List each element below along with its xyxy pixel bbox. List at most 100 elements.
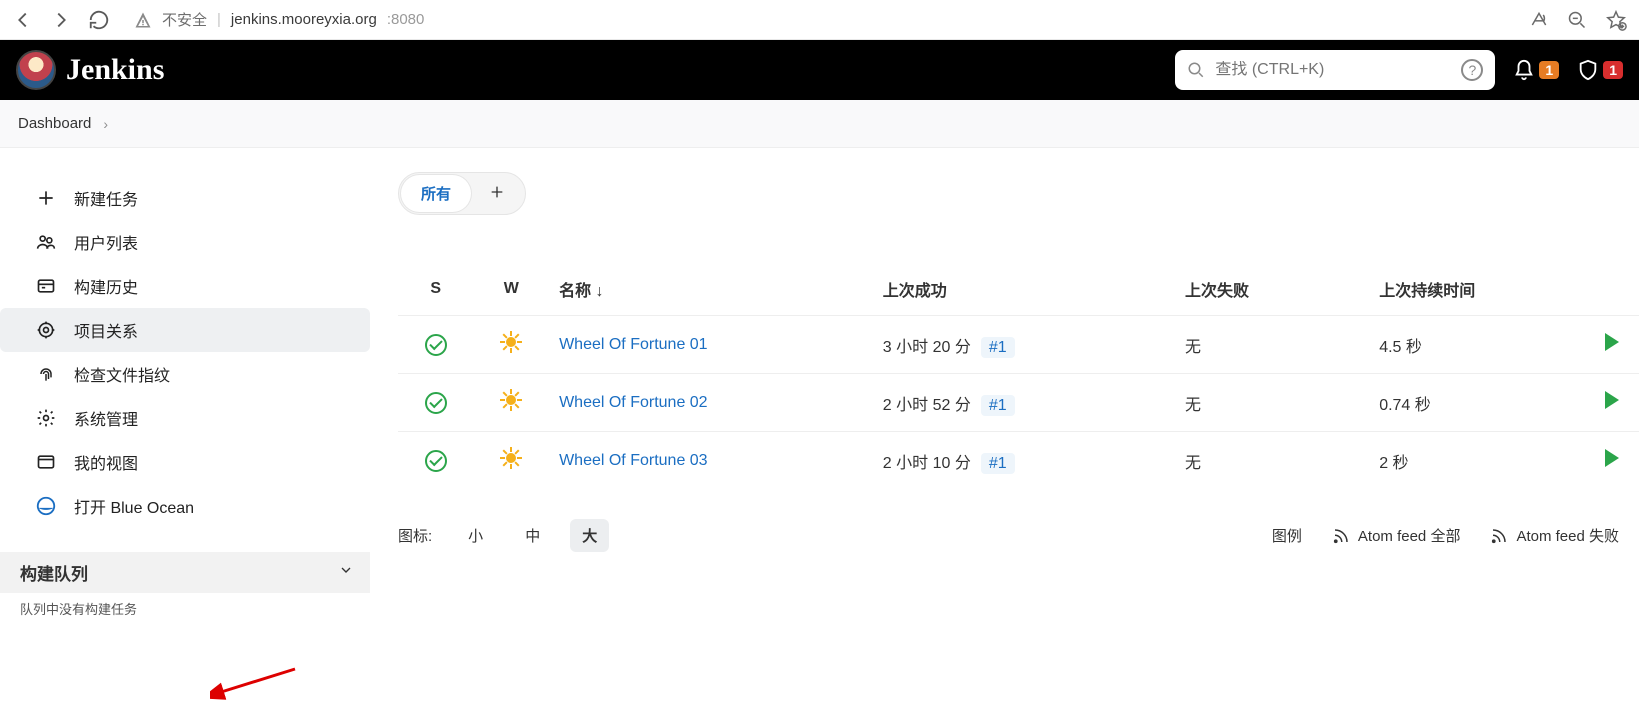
build-queue-empty: 队列中没有构建任务 — [0, 593, 370, 624]
help-icon[interactable]: ? — [1461, 59, 1483, 81]
back-button[interactable] — [12, 9, 34, 31]
annotation-arrow — [210, 663, 300, 703]
build-queue-header[interactable]: 构建队列 — [0, 552, 370, 593]
sidebar-item-label: 我的视图 — [74, 450, 138, 474]
notif-badge: 1 — [1539, 61, 1559, 79]
jobs-table: S W 名称 ↓ 上次成功 上次失败 上次持续时间 Wheel Of Fortu… — [398, 263, 1639, 489]
alert-badge: 1 — [1603, 61, 1623, 79]
search-box[interactable]: ? — [1175, 50, 1495, 90]
duration-text: 2 秒 — [1369, 432, 1585, 490]
view-add-button[interactable] — [471, 176, 523, 211]
sidebar-item-label: 项目关系 — [74, 318, 138, 342]
job-link[interactable]: Wheel Of Fortune 01 — [559, 336, 708, 353]
sidebar-item-fingerprint[interactable]: 检查文件指纹 — [0, 352, 370, 396]
build-link[interactable]: #1 — [981, 453, 1015, 474]
col-last-success[interactable]: 上次成功 — [873, 263, 1175, 316]
notifications-button[interactable]: 1 — [1513, 59, 1559, 81]
job-link[interactable]: Wheel Of Fortune 03 — [559, 452, 708, 469]
plus-icon — [34, 188, 58, 208]
col-status[interactable]: S — [398, 263, 474, 316]
view-tab-all[interactable]: 所有 — [401, 175, 471, 212]
table-row: Wheel Of Fortune 01 3 小时 20 分#1 无 4.5 秒 — [398, 316, 1639, 374]
main-content: 所有 S W 名称 ↓ 上次成功 上次失败 上次持续时间 Wh — [370, 148, 1639, 624]
last-success-text: 2 小时 10 分 — [883, 455, 971, 472]
read-aloud-icon[interactable] — [1529, 10, 1549, 30]
sidebar-item-label: 用户列表 — [74, 230, 138, 254]
table-row: Wheel Of Fortune 02 2 小时 52 分 #1 无 0.74 秒 — [398, 374, 1639, 432]
jenkins-logo[interactable]: Jenkins — [16, 50, 164, 90]
last-success-text: 2 小时 52 分 — [883, 397, 971, 414]
chevron-down-icon — [338, 562, 354, 583]
history-icon — [34, 276, 58, 296]
sunny-icon — [501, 448, 521, 468]
sidebar-item-history[interactable]: 构建历史 — [0, 264, 370, 308]
col-weather[interactable]: W — [474, 263, 550, 316]
favorite-icon[interactable] — [1605, 9, 1627, 31]
gear-icon — [34, 408, 58, 428]
forward-button[interactable] — [50, 9, 72, 31]
reload-button[interactable] — [88, 9, 110, 31]
sidebar-item-manage[interactable]: 系统管理 — [0, 396, 370, 440]
jenkins-wordmark: Jenkins — [66, 53, 164, 87]
sidebar: 新建任务 用户列表 构建历史 项目关系 检查文件指纹 系统管理 我的视图 打开 — [0, 148, 370, 624]
address-domain: jenkins.mooreyxia.org — [231, 11, 377, 28]
col-duration[interactable]: 上次持续时间 — [1369, 263, 1585, 316]
col-last-fail[interactable]: 上次失败 — [1175, 263, 1369, 316]
address-bar[interactable]: 不安全 | jenkins.mooreyxia.org:8080 — [134, 9, 424, 30]
breadcrumb: Dashboard › — [0, 100, 1639, 148]
sidebar-item-label: 检查文件指纹 — [74, 362, 170, 386]
chevron-right-icon: › — [103, 116, 108, 132]
bell-icon — [1513, 59, 1535, 81]
last-fail-text: 无 — [1175, 432, 1369, 490]
success-icon — [425, 392, 447, 414]
icon-size-label: 图标: — [398, 525, 432, 546]
last-fail-text: 无 — [1175, 316, 1369, 374]
size-large[interactable]: 大 — [570, 519, 609, 552]
rss-icon — [1490, 527, 1508, 545]
blueocean-icon — [34, 495, 58, 517]
sidebar-item-myviews[interactable]: 我的视图 — [0, 440, 370, 484]
build-link[interactable]: #1 — [981, 337, 1015, 358]
success-icon — [425, 450, 447, 472]
atom-fail-link[interactable]: Atom feed 失败 — [1490, 525, 1619, 546]
table-footer: 图标: 小 中 大 图例 Atom feed 全部 Atom feed 失败 — [398, 519, 1639, 552]
zoom-out-icon[interactable] — [1567, 10, 1587, 30]
sidebar-item-people[interactable]: 用户列表 — [0, 220, 370, 264]
atom-all-link[interactable]: Atom feed 全部 — [1332, 525, 1461, 546]
browser-toolbar: 不安全 | jenkins.mooreyxia.org:8080 — [0, 0, 1639, 40]
fingerprint-icon — [34, 364, 58, 384]
jenkins-header: Jenkins ? 1 1 — [0, 40, 1639, 100]
sidebar-item-relations[interactable]: 项目关系 — [0, 308, 370, 352]
run-button[interactable] — [1605, 449, 1619, 467]
build-link[interactable]: #1 — [981, 395, 1015, 416]
people-icon — [34, 232, 58, 252]
run-button[interactable] — [1605, 333, 1619, 351]
breadcrumb-dashboard[interactable]: Dashboard — [18, 115, 91, 132]
shield-icon — [1577, 59, 1599, 81]
size-medium[interactable]: 中 — [513, 519, 552, 552]
search-input[interactable] — [1215, 61, 1451, 79]
rss-icon — [1332, 527, 1350, 545]
address-port: :8080 — [387, 11, 425, 28]
duration-text: 0.74 秒 — [1369, 374, 1585, 432]
sidebar-item-label: 系统管理 — [74, 406, 138, 430]
run-button[interactable] — [1605, 391, 1619, 409]
last-fail-text: 无 — [1175, 374, 1369, 432]
insecure-label: 不安全 — [162, 9, 207, 30]
col-name[interactable]: 名称 ↓ — [549, 263, 873, 316]
table-row: Wheel Of Fortune 03 2 小时 10 分 #1 无 2 秒 — [398, 432, 1639, 490]
sidebar-item-blueocean[interactable]: 打开 Blue Ocean — [0, 484, 370, 528]
sidebar-item-new[interactable]: 新建任务 — [0, 176, 370, 220]
search-icon — [1187, 61, 1205, 79]
target-icon — [34, 320, 58, 340]
legend-link[interactable]: 图例 — [1272, 525, 1302, 546]
size-small[interactable]: 小 — [456, 519, 495, 552]
window-icon — [34, 452, 58, 472]
sidebar-item-label: 新建任务 — [74, 186, 138, 210]
job-link[interactable]: Wheel Of Fortune 02 — [559, 394, 708, 411]
sidebar-item-label: 打开 Blue Ocean — [74, 494, 194, 518]
build-queue-title: 构建队列 — [20, 560, 88, 585]
last-success-text: 3 小时 20 分 — [883, 339, 971, 356]
security-alerts-button[interactable]: 1 — [1577, 59, 1623, 81]
sunny-icon — [501, 332, 521, 352]
